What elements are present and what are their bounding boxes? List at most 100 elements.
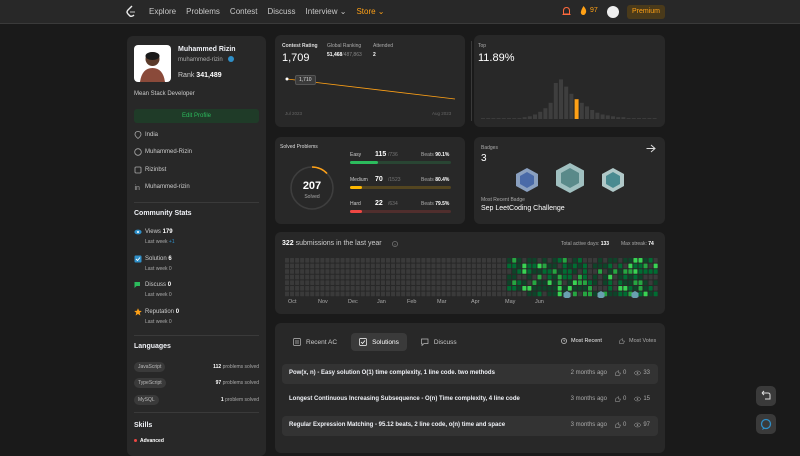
calendar-cell xyxy=(588,274,592,280)
tab-discuss[interactable]: Discuss xyxy=(413,333,465,351)
leetcode-logo-icon[interactable] xyxy=(126,5,136,18)
calendar-cell xyxy=(426,286,431,291)
calendar-cell xyxy=(557,269,562,274)
calendar-cell xyxy=(375,291,380,297)
calendar-cell xyxy=(562,263,567,269)
thumb-up-icon xyxy=(615,422,621,428)
solution-time: 3 months ago xyxy=(570,422,607,428)
submission-calendar[interactable] xyxy=(285,258,660,298)
calendar-cell xyxy=(340,286,345,291)
calendar-cell xyxy=(456,263,461,269)
calendar-cell xyxy=(572,263,577,269)
calendar-cell xyxy=(365,286,370,291)
sort-most-recent[interactable]: Most Recent xyxy=(561,338,602,344)
calendar-cell xyxy=(502,286,507,291)
sort-votes-label: Most Votes xyxy=(629,338,657,344)
calendar-cell xyxy=(305,263,310,269)
solution-title[interactable]: Pow(x, n) - Easy solution O(1) time comp… xyxy=(289,370,495,376)
histogram-bar xyxy=(647,118,652,119)
calendar-cell xyxy=(461,269,466,274)
calendar-cell xyxy=(386,258,390,263)
recent-badge-label: Most Recent Badge xyxy=(481,197,525,203)
verified-icon xyxy=(228,56,234,62)
calendar-cell xyxy=(593,286,598,291)
calendar-cell xyxy=(461,291,466,297)
calendar-cell xyxy=(633,274,638,280)
rank-label: Rank xyxy=(178,72,195,79)
arrow-right-icon[interactable] xyxy=(646,144,656,153)
calendar-cell xyxy=(572,291,577,297)
premium-button[interactable]: Premium xyxy=(627,5,665,19)
calendar-cell xyxy=(613,280,618,285)
calendar-cell xyxy=(431,280,436,285)
solution-title[interactable]: Regular Expression Matching - 95.12 beat… xyxy=(289,422,505,428)
streak-counter[interactable]: 97 xyxy=(580,6,598,15)
nav-interview[interactable]: Interview ⌄ xyxy=(306,7,347,16)
calendar-cell xyxy=(562,269,567,274)
histogram-bar xyxy=(574,99,579,119)
twitter-link[interactable]: Rizinbst xyxy=(145,167,166,173)
calendar-cell xyxy=(345,263,350,269)
sort-most-votes[interactable]: Most Votes xyxy=(619,338,656,344)
calendar-cell xyxy=(471,291,476,297)
solution-row[interactable]: Longest Continuous Increasing Subsequenc… xyxy=(282,390,658,410)
chat-button[interactable] xyxy=(756,414,776,434)
language-tag[interactable]: MySQL xyxy=(134,395,159,405)
info-icon[interactable] xyxy=(392,241,398,247)
month-label: Nov xyxy=(318,299,328,305)
calendar-cell xyxy=(487,280,491,285)
rating-histogram[interactable] xyxy=(479,75,659,120)
calendar-cell xyxy=(598,286,603,291)
calendar-cell xyxy=(628,263,633,269)
nav-contest[interactable]: Contest xyxy=(230,7,258,16)
calendar-cell xyxy=(350,291,355,297)
discuss-sub: Last week xyxy=(145,292,168,298)
solution-row[interactable]: Regular Expression Matching - 95.12 beat… xyxy=(282,416,658,436)
histogram-bar xyxy=(486,118,491,119)
calendar-cell xyxy=(512,263,517,269)
calendar-cell xyxy=(426,280,431,285)
edit-profile-button[interactable]: Edit Profile xyxy=(134,109,259,123)
language-tag[interactable]: TypeScript xyxy=(134,378,166,388)
tab-recent-ac[interactable]: Recent AC xyxy=(285,333,345,351)
calendar-cell xyxy=(618,269,623,274)
calendar-cell xyxy=(476,258,481,263)
histogram-bar xyxy=(522,117,527,119)
badge-icon[interactable] xyxy=(514,167,540,193)
calendar-cell xyxy=(330,286,335,291)
avatar[interactable] xyxy=(607,6,619,18)
nav-explore[interactable]: Explore xyxy=(149,7,176,16)
calendar-cell xyxy=(517,280,522,285)
language-tag[interactable]: JavaScript xyxy=(134,362,166,372)
solution-views: 33 xyxy=(643,370,650,376)
profile-photo xyxy=(134,45,171,82)
bell-icon[interactable] xyxy=(562,6,571,17)
nav-store[interactable]: Store ⌄ xyxy=(356,7,384,16)
calendar-cell xyxy=(492,258,497,263)
github-link[interactable]: Muhammed-Rizin xyxy=(145,149,192,155)
linkedin-link[interactable]: Muhammed-rizin xyxy=(145,184,190,190)
nav-discuss[interactable]: Discuss xyxy=(268,7,296,16)
undo-button[interactable] xyxy=(756,386,776,406)
badge-icon[interactable] xyxy=(600,167,626,193)
badge-icon[interactable] xyxy=(554,162,586,194)
calendar-cell xyxy=(582,258,587,263)
calendar-cell xyxy=(598,280,603,285)
histogram-bar xyxy=(652,118,657,119)
calendar-cell xyxy=(285,269,289,274)
solution-row[interactable]: Pow(x, n) - Easy solution O(1) time comp… xyxy=(282,364,658,384)
calendar-cell xyxy=(598,269,603,274)
calendar-cell xyxy=(401,286,406,291)
calendar-cell xyxy=(285,291,289,297)
calendar-cell xyxy=(406,291,411,297)
calendar-cell xyxy=(471,258,476,263)
tab-solutions[interactable]: Solutions xyxy=(351,333,407,351)
calendar-cell xyxy=(623,274,628,280)
calendar-cell xyxy=(507,269,512,274)
calendar-cell xyxy=(350,280,355,285)
calendar-cell xyxy=(653,258,658,263)
nav-problems[interactable]: Problems xyxy=(186,7,220,16)
submission-text: submissions in the last year xyxy=(295,240,382,247)
solution-title[interactable]: Longest Continuous Increasing Subsequenc… xyxy=(289,396,520,402)
calendar-cell xyxy=(588,280,592,285)
